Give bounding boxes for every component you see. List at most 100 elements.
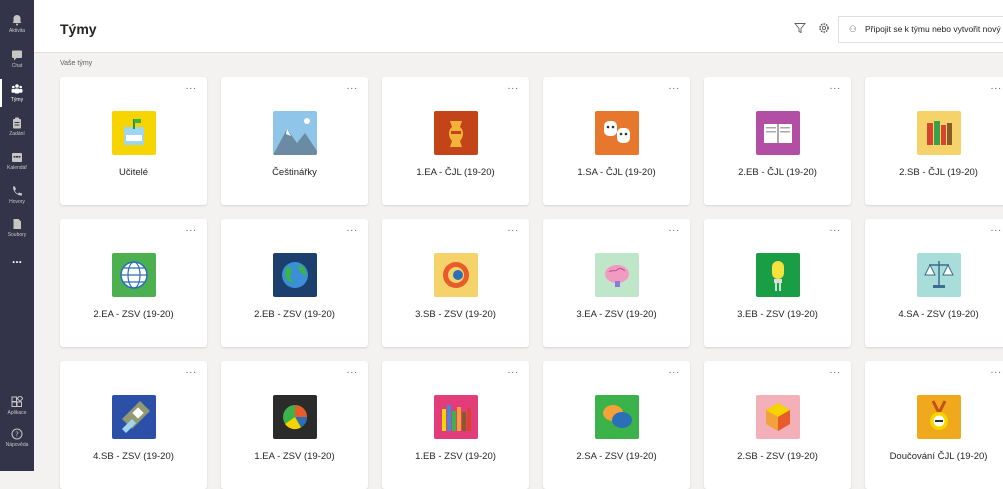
pencils-icon: [433, 395, 478, 439]
team-card[interactable]: ... 3.SB - ZSV (19-20): [382, 219, 529, 347]
rail-label: Aktivita: [8, 28, 26, 34]
team-name: Učitelé: [118, 167, 149, 178]
team-name: 3.EA - ZSV (19-20): [576, 309, 657, 320]
mailbox-icon: [111, 111, 156, 155]
join-label: Připojit se k týmu nebo vytvořit nový: [865, 24, 1001, 34]
more-options-button[interactable]: ...: [508, 365, 519, 376]
bell-icon: [12, 15, 22, 26]
more-options-button[interactable]: ...: [830, 365, 841, 376]
team-name: Češtinářky: [272, 167, 317, 178]
rail-more-button[interactable]: ...: [0, 252, 34, 266]
hexagon-icon: [755, 395, 800, 439]
team-name: 1.EB - ZSV (19-20): [415, 451, 496, 462]
team-name: 2.EA - ZSV (19-20): [93, 309, 174, 320]
earth-icon: [272, 253, 317, 297]
rail-item-apps[interactable]: Aplikace: [0, 396, 34, 416]
team-card[interactable]: ... 4.SB - ZSV (19-20): [60, 361, 207, 489]
rail-label: Hovory: [9, 199, 25, 205]
rings-icon: [433, 253, 478, 297]
books-icon: [916, 111, 961, 155]
svg-text:?: ?: [15, 431, 19, 439]
team-name: 4.SA - ZSV (19-20): [898, 309, 979, 320]
filter-icon[interactable]: [794, 22, 806, 34]
team-card[interactable]: ... 2.EB - ZSV (19-20): [221, 219, 368, 347]
team-card[interactable]: ... 3.EB - ZSV (19-20): [704, 219, 851, 347]
team-name: 2.SA - ZSV (19-20): [576, 451, 657, 462]
more-options-button[interactable]: ...: [347, 81, 358, 92]
more-options-button[interactable]: ...: [186, 223, 197, 234]
book-icon: [755, 111, 800, 155]
vase-icon: [433, 111, 478, 155]
section-label: Vaše týmy: [60, 60, 93, 67]
more-options-button[interactable]: ...: [991, 365, 1002, 376]
rail-item-files[interactable]: Soubory: [0, 218, 34, 238]
join-or-create-team-button[interactable]: ⚇ Připojit se k týmu nebo vytvořit nový: [838, 16, 1003, 43]
more-options-button[interactable]: ...: [347, 223, 358, 234]
team-name: 2.EB - ČJL (19-20): [738, 167, 817, 178]
brain-icon: [594, 253, 639, 297]
team-card[interactable]: ... 2.SB - ČJL (19-20): [865, 77, 1003, 205]
team-name: 4.SB - ZSV (19-20): [93, 451, 174, 462]
more-options-button[interactable]: ...: [669, 223, 680, 234]
more-options-button[interactable]: ...: [186, 365, 197, 376]
rail-item-chat[interactable]: Chat: [0, 49, 34, 69]
team-name: 1.SA - ČJL (19-20): [577, 167, 656, 178]
team-name: 1.EA - ČJL (19-20): [416, 167, 495, 178]
theater-masks-icon: [594, 111, 639, 155]
team-name: 2.EB - ZSV (19-20): [254, 309, 335, 320]
help-icon: ?: [11, 428, 23, 440]
more-options-button[interactable]: ...: [347, 365, 358, 376]
rail-item-help[interactable]: ? Nápověda: [0, 428, 34, 448]
gear-icon[interactable]: [818, 22, 830, 34]
team-card[interactable]: ... 3.EA - ZSV (19-20): [543, 219, 690, 347]
files-icon: [13, 219, 21, 229]
rail-label: Soubory: [7, 232, 27, 238]
team-card[interactable]: ... 1.EA - ZSV (19-20): [221, 361, 368, 489]
team-card[interactable]: ... Češtinářky: [221, 77, 368, 205]
calendar-icon: [12, 153, 22, 162]
team-card[interactable]: ... Doučování ČJL (19-20): [865, 361, 1003, 489]
app-rail: Aktivita Chat Týmy Zadání Kalendář Hovor…: [0, 0, 34, 471]
more-options-button[interactable]: ...: [669, 81, 680, 92]
rail-label: Kalendář: [6, 165, 27, 171]
more-options-button[interactable]: ...: [186, 81, 197, 92]
more-options-button[interactable]: ...: [508, 223, 519, 234]
team-card[interactable]: ... 2.SB - ZSV (19-20): [704, 361, 851, 489]
team-name: 2.SB - ČJL (19-20): [899, 167, 978, 178]
more-options-button[interactable]: ...: [669, 365, 680, 376]
more-options-button[interactable]: ...: [991, 81, 1002, 92]
scales-icon: [916, 253, 961, 297]
team-card[interactable]: ... 2.EA - ZSV (19-20): [60, 219, 207, 347]
rail-item-teams[interactable]: Týmy: [0, 79, 34, 107]
rail-item-calendar[interactable]: Kalendář: [0, 151, 34, 171]
flashlight-icon: [111, 395, 156, 439]
rail-item-assignments[interactable]: Zadání: [0, 117, 34, 137]
team-name: 3.EB - ZSV (19-20): [737, 309, 818, 320]
more-options-button[interactable]: ...: [991, 223, 1002, 234]
team-card[interactable]: ... 2.SA - ZSV (19-20): [543, 361, 690, 489]
assignments-icon: [13, 117, 21, 129]
pie-icon: [272, 395, 317, 439]
more-options-button[interactable]: ...: [830, 81, 841, 92]
rail-label: Zadání: [9, 131, 25, 137]
team-card[interactable]: ... 1.EA - ČJL (19-20): [382, 77, 529, 205]
team-card[interactable]: ... 4.SA - ZSV (19-20): [865, 219, 1003, 347]
team-card[interactable]: ... Učitelé: [60, 77, 207, 205]
teams-icon: [11, 84, 23, 94]
rail-item-calls[interactable]: Hovory: [0, 185, 34, 205]
apps-icon: [11, 396, 23, 407]
lightbulb-icon: [755, 253, 800, 297]
mountains-icon: [272, 111, 317, 155]
team-card[interactable]: ... 1.SA - ČJL (19-20): [543, 77, 690, 205]
rail-item-activity[interactable]: Aktivita: [0, 14, 34, 34]
page-title: Týmy: [60, 21, 97, 37]
rail-label: Týmy: [10, 97, 24, 103]
rail-label: Aplikace: [7, 410, 27, 416]
speech-bubbles-icon: [594, 395, 639, 439]
more-options-button[interactable]: ...: [830, 223, 841, 234]
team-name: 1.EA - ZSV (19-20): [254, 451, 335, 462]
more-options-button[interactable]: ...: [508, 81, 519, 92]
team-card[interactable]: ... 1.EB - ZSV (19-20): [382, 361, 529, 489]
team-card[interactable]: ... 2.EB - ČJL (19-20): [704, 77, 851, 205]
team-name: 2.SB - ZSV (19-20): [737, 451, 818, 462]
